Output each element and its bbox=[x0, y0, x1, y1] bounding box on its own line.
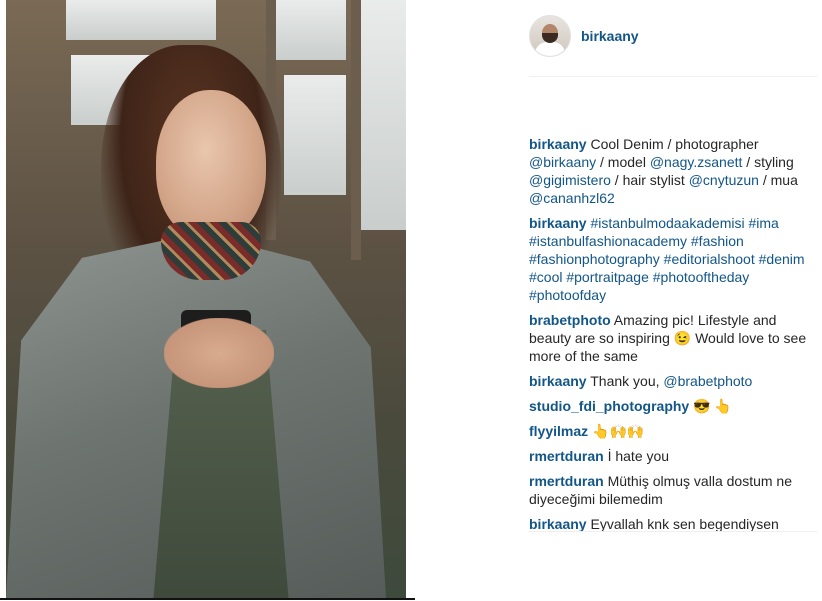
comment-text: / mua bbox=[758, 172, 798, 188]
comment-link[interactable]: #fashion bbox=[691, 233, 744, 249]
comment-text: 👆🙌🙌 bbox=[592, 423, 645, 439]
post-header: birkaany bbox=[529, 14, 817, 58]
avatar-body bbox=[535, 42, 565, 56]
comment-text: / model bbox=[596, 154, 650, 170]
comment: flyyilmaz 👆🙌🙌 bbox=[529, 422, 817, 440]
comment-link[interactable]: #photooftheday bbox=[653, 269, 750, 285]
comment-link[interactable]: #cool bbox=[529, 269, 562, 285]
comments-list: birkaany Cool Denim / photographer @birk… bbox=[529, 135, 817, 540]
comments-divider bbox=[529, 531, 817, 532]
comment-link[interactable]: @cananhzl62 bbox=[529, 190, 615, 206]
comment-username[interactable]: studio_fdi_photography bbox=[529, 398, 689, 414]
comment: brabetphoto Amazing pic! Lifestyle and b… bbox=[529, 311, 817, 365]
comment-link[interactable]: #ima bbox=[748, 215, 778, 231]
comment-link[interactable]: #fashionphotography bbox=[529, 251, 660, 267]
figure-hands bbox=[164, 318, 274, 388]
comment-link[interactable]: #portraitpage bbox=[566, 269, 649, 285]
comment-link[interactable]: #photoofday bbox=[529, 287, 606, 303]
comment: birkaany #istanbulmodaakademisi #ima #is… bbox=[529, 214, 817, 304]
comment-link[interactable]: @nagy.zsanett bbox=[650, 154, 743, 170]
avatar[interactable] bbox=[529, 15, 571, 57]
comment-username[interactable]: birkaany bbox=[529, 516, 587, 532]
comment-text: İ hate you bbox=[607, 448, 670, 464]
figure-scarf bbox=[161, 222, 261, 280]
comment: studio_fdi_photography 😎 👆 bbox=[529, 397, 817, 415]
comment-text: / hair stylist bbox=[610, 172, 689, 188]
window-pane bbox=[66, 0, 216, 40]
comment-link[interactable]: @brabetphoto bbox=[663, 373, 752, 389]
comment-link[interactable]: #istanbulfashionacademy bbox=[529, 233, 687, 249]
comment: rmertduran Müthiş olmuş valla dostum ne … bbox=[529, 472, 817, 508]
comment-link[interactable]: #editorialshoot bbox=[664, 251, 755, 267]
comment-username[interactable]: birkaany bbox=[529, 373, 587, 389]
comment-username[interactable]: brabetphoto bbox=[529, 312, 611, 328]
comment-link[interactable]: #istanbulmodaakademisi bbox=[590, 215, 744, 231]
comment-text: Eyvallah knk sen begendiysen bbox=[590, 516, 779, 532]
comment: birkaany Thank you, @brabetphoto bbox=[529, 372, 817, 390]
comment-link[interactable]: @cnytuzun bbox=[689, 172, 759, 188]
post-side-panel: birkaany birkaany Cool Denim / photograp… bbox=[529, 0, 817, 601]
figure-face bbox=[156, 90, 266, 240]
comment-username[interactable]: rmertduran bbox=[529, 473, 604, 489]
window-frame bbox=[351, 0, 361, 260]
comment-text: 😎 👆 bbox=[693, 398, 732, 414]
comment-username[interactable]: rmertduran bbox=[529, 448, 604, 464]
window-pane bbox=[284, 75, 346, 195]
comment-text: Cool Denim / photographer bbox=[590, 136, 759, 152]
comment-link[interactable]: #denim bbox=[759, 251, 805, 267]
comment: rmertduran İ hate you bbox=[529, 447, 817, 465]
comment-username[interactable]: birkaany bbox=[529, 215, 587, 231]
photo-edge bbox=[0, 598, 415, 600]
header-divider bbox=[529, 76, 817, 77]
comment-text: Thank you, bbox=[590, 373, 664, 389]
comment-link[interactable]: @birkaany bbox=[529, 154, 596, 170]
comment-username[interactable]: flyyilmaz bbox=[529, 423, 588, 439]
author-username[interactable]: birkaany bbox=[581, 28, 639, 44]
comment-link[interactable]: @gigimistero bbox=[529, 172, 611, 188]
window-pane bbox=[361, 0, 406, 230]
comment: birkaany Cool Denim / photographer @birk… bbox=[529, 135, 817, 207]
comment-text: / styling bbox=[742, 154, 794, 170]
window-pane bbox=[276, 0, 346, 60]
post-photo[interactable] bbox=[6, 0, 406, 598]
comment-username[interactable]: birkaany bbox=[529, 136, 587, 152]
